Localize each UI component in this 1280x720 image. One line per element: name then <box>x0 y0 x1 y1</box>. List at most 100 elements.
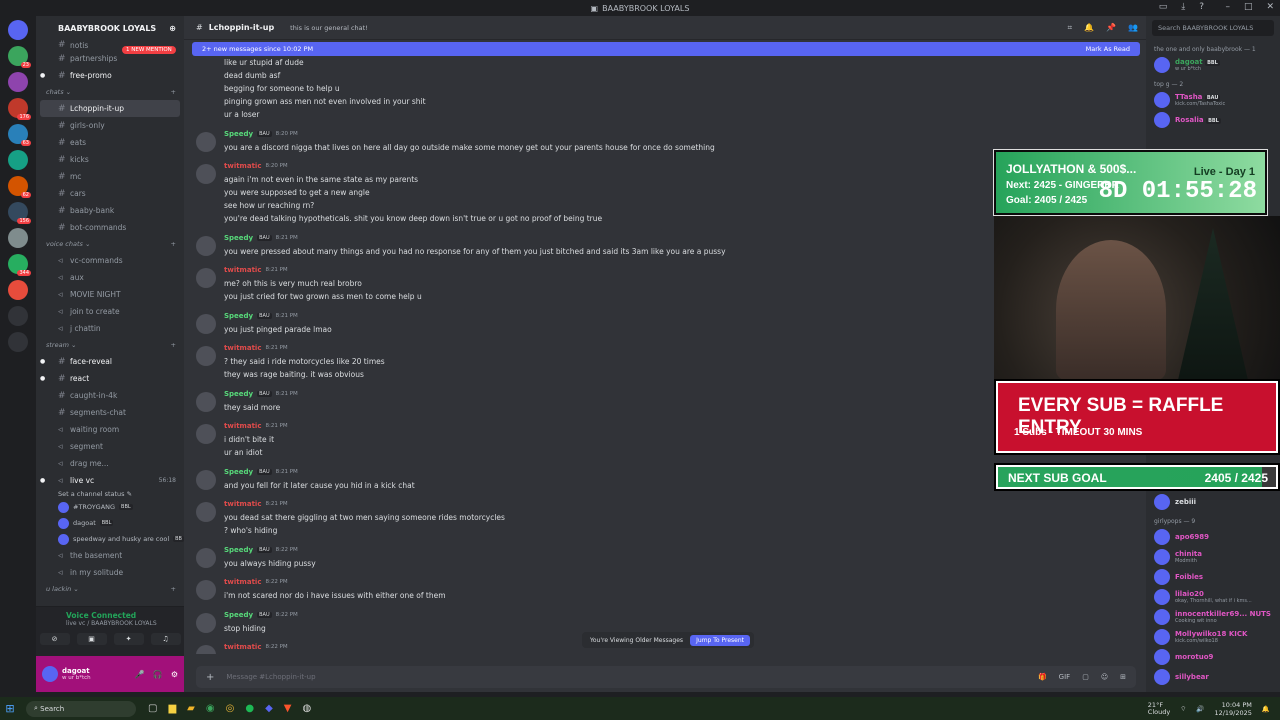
avatar[interactable] <box>196 470 216 490</box>
channel-item[interactable]: ● # react <box>36 370 184 387</box>
sticker-icon[interactable]: ▢ <box>1082 673 1089 681</box>
xbox-icon[interactable]: ◉ <box>206 703 215 714</box>
username[interactable]: twitmatic <box>224 643 261 651</box>
category-header[interactable]: chats ⌄ + <box>36 84 184 100</box>
channel-item[interactable]: ◃ in my solitude <box>36 564 184 581</box>
member-list-icon[interactable]: 👥 <box>1128 23 1138 33</box>
category-header[interactable]: voice chats ⌄ + <box>36 236 184 252</box>
server-icon[interactable] <box>8 20 28 40</box>
settings-icon[interactable]: ⚙ <box>171 670 178 679</box>
channel-item[interactable]: ◃ aux <box>36 269 184 286</box>
clock[interactable]: 10:04 PM 12/19/2025 <box>1214 701 1251 717</box>
voice-user[interactable]: speedway and husky are cool BB <box>36 531 184 547</box>
windows-start-icon[interactable]: ⊞ <box>0 702 20 715</box>
pinned-icon[interactable]: 📌 <box>1106 23 1116 33</box>
server-icon[interactable]: 23 <box>8 46 31 68</box>
add-channel-icon[interactable]: + <box>171 341 176 349</box>
member-item[interactable]: Rosalia BBL <box>1146 110 1280 130</box>
username[interactable]: Speedy <box>224 130 253 138</box>
message-composer[interactable]: + Message #ᒪchoppin-it-up 🎁 GIF ▢ ☺ ⊞ <box>196 666 1136 688</box>
close-button[interactable]: ✕ <box>1266 2 1274 12</box>
search-input[interactable]: Search BAABYBROOK LOYALS <box>1152 20 1274 36</box>
download-icon[interactable]: ⤓ <box>1181 2 1185 12</box>
username[interactable]: twitmatic <box>224 344 261 352</box>
username[interactable]: twitmatic <box>224 422 261 430</box>
channel-item[interactable]: ● # face-reveal <box>36 353 184 370</box>
category-header[interactable]: stream ⌄ + <box>36 337 184 353</box>
channel-item[interactable]: # mc <box>36 168 184 185</box>
avatar[interactable] <box>196 268 216 288</box>
username[interactable]: Speedy <box>224 611 253 619</box>
server-icon[interactable] <box>8 280 28 300</box>
channel-item[interactable]: ◃ vc-commands <box>36 252 184 269</box>
server-icon[interactable] <box>8 228 28 248</box>
channel-item[interactable]: # ᒪchoppin-it-up <box>40 100 180 117</box>
server-icon[interactable]: 156 <box>8 202 31 224</box>
message-input[interactable]: Message #ᒪchoppin-it-up <box>226 673 315 681</box>
mute-icon[interactable]: 🎤 <box>135 670 145 679</box>
username[interactable]: Speedy <box>224 312 253 320</box>
username[interactable]: twitmatic <box>224 266 261 274</box>
channel-item[interactable]: ◃ the basement <box>36 547 184 564</box>
maximize-button[interactable]: □ <box>1244 2 1253 12</box>
channel-item[interactable]: ● # free-promo <box>36 67 184 84</box>
voice-user[interactable]: dagoat BBL <box>36 515 184 531</box>
avatar[interactable] <box>196 645 216 654</box>
inbox-icon[interactable]: ▭ <box>1159 2 1168 12</box>
emoji-icon[interactable]: ☺ <box>1101 673 1108 681</box>
channel-item[interactable]: ◃ segment <box>36 438 184 455</box>
channel-item[interactable]: ◃ join to create <box>36 303 184 320</box>
deafen-icon[interactable]: 🎧 <box>153 670 163 679</box>
channel-topic[interactable]: this is our general chat! <box>280 24 368 32</box>
channel-item[interactable]: # bot-commands <box>36 219 184 236</box>
server-icon[interactable]: 344 <box>8 254 31 276</box>
username[interactable]: Speedy <box>224 546 253 554</box>
member-item[interactable]: Foibles <box>1146 567 1280 587</box>
discord-taskbar-icon[interactable]: ◆ <box>265 703 273 714</box>
avatar[interactable] <box>196 164 216 184</box>
member-item[interactable]: Mollywilko18 KICK kick.com/wilko18 <box>1146 627 1280 647</box>
notifications-icon[interactable]: 🔔 <box>1084 23 1094 33</box>
discover-icon[interactable] <box>8 332 28 352</box>
server-icon[interactable] <box>8 150 28 170</box>
member-item[interactable]: lilaio20 okay, Thornhill, what if i kms..… <box>1146 587 1280 607</box>
avatar[interactable] <box>196 613 216 633</box>
server-icon[interactable]: 63 <box>8 124 31 146</box>
server-icon[interactable]: 176 <box>8 98 31 120</box>
member-item[interactable]: chinita Modmith <box>1146 547 1280 567</box>
wifi-icon[interactable]: ⌔ <box>1180 704 1186 713</box>
mark-as-read-button[interactable]: Mark As Read <box>1086 45 1130 53</box>
channel-item[interactable]: # caught-in-4k <box>36 387 184 404</box>
help-icon[interactable]: ? <box>1199 2 1204 12</box>
channel-item[interactable]: # eats <box>36 134 184 151</box>
username[interactable]: Speedy <box>224 390 253 398</box>
server-icon[interactable]: 62 <box>8 176 31 198</box>
sticky-notes-icon[interactable]: ▆ <box>168 703 176 714</box>
taskbar-search[interactable]: ⌕ Search <box>26 700 136 717</box>
channel-item[interactable]: # kicks <box>36 151 184 168</box>
minimize-button[interactable]: – <box>1225 2 1230 12</box>
add-server-icon[interactable] <box>8 306 28 326</box>
avatar[interactable] <box>196 132 216 152</box>
threads-icon[interactable]: ⌗ <box>1068 23 1073 33</box>
gift-icon[interactable]: 🎁 <box>1038 673 1047 681</box>
member-item[interactable]: TTasha BAU kick.com/TashaToxic <box>1146 90 1280 110</box>
add-member-icon[interactable]: ⊕ <box>169 24 176 33</box>
server-icon[interactable] <box>8 72 28 92</box>
new-messages-bar[interactable]: 2+ new messages since 10:02 PM Mark As R… <box>192 42 1140 56</box>
member-item[interactable]: apo6989 <box>1146 527 1280 547</box>
avatar[interactable] <box>196 392 216 412</box>
obs-icon[interactable]: ◍ <box>302 703 311 714</box>
add-channel-icon[interactable]: + <box>171 240 176 248</box>
username[interactable]: Speedy <box>224 468 253 476</box>
member-item[interactable]: dagoat BBL w ur b*tch <box>1146 55 1280 75</box>
apps-icon[interactable]: ⊞ <box>1120 673 1126 681</box>
member-item[interactable]: zebiii <box>1146 492 1280 512</box>
channel-item[interactable]: # notis <box>36 40 184 50</box>
channel-item[interactable]: # girls-only <box>36 117 184 134</box>
avatar[interactable] <box>196 346 216 366</box>
member-item[interactable]: sillybear <box>1146 667 1280 687</box>
channel-item[interactable]: ◃ MOVIE NIGHT <box>36 286 184 303</box>
channel-item[interactable]: ◃ waiting room <box>36 421 184 438</box>
avatar[interactable] <box>196 580 216 600</box>
